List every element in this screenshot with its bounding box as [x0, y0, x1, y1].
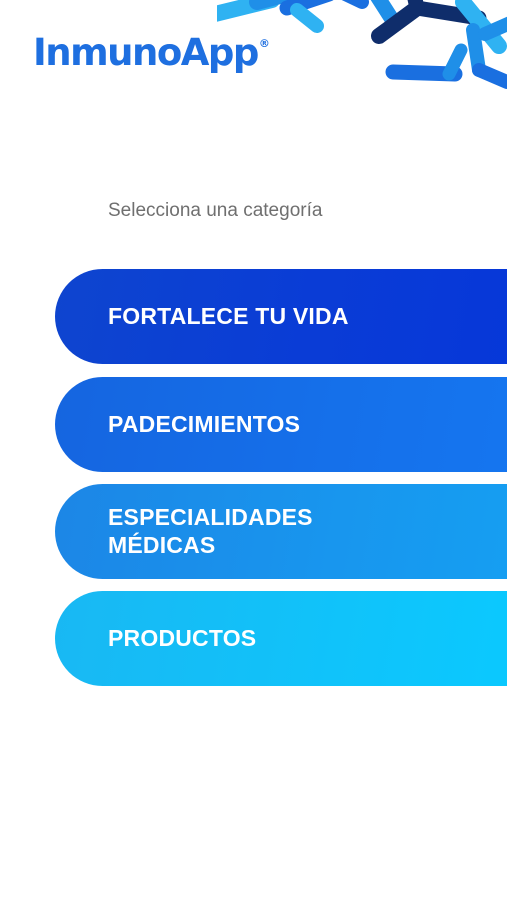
- inmunoapp-logo: InmunoApp®: [33, 34, 270, 71]
- category-prompt: Selecciona una categoría: [108, 200, 323, 221]
- category-label: FORTALECE TU VIDA: [108, 302, 349, 329]
- category-button-especialidades-medicas[interactable]: ESPECIALIDADES MÉDICAS: [55, 484, 507, 579]
- category-button-productos[interactable]: PRODUCTOS: [55, 591, 507, 686]
- category-label: PRODUCTOS: [108, 624, 257, 651]
- category-label: ESPECIALIDADES MÉDICAS: [108, 503, 313, 558]
- category-button-padecimientos[interactable]: PADECIMIENTOS: [55, 377, 507, 472]
- category-button-fortalece-tu-vida[interactable]: FORTALECE TU VIDA: [55, 269, 507, 364]
- logo-text: InmunoApp: [33, 31, 259, 74]
- registered-mark: ®: [258, 37, 270, 50]
- category-label: PADECIMIENTOS: [108, 410, 301, 437]
